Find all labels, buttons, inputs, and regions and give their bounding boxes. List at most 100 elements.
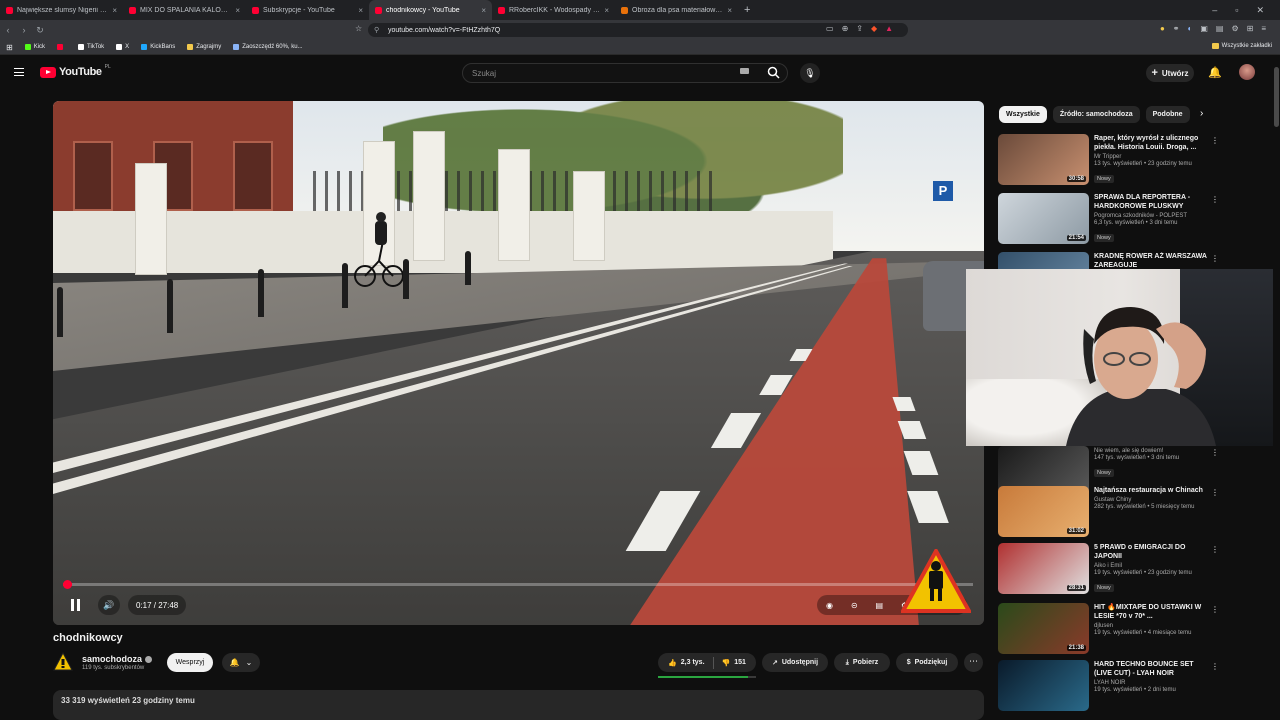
create-button[interactable]: + Utwórz	[1146, 64, 1194, 82]
thanks-button[interactable]: $ Podziękuj	[896, 653, 958, 672]
more-options-icon[interactable]: ⋮	[1211, 605, 1219, 614]
extension-icon[interactable]: ●	[1160, 24, 1165, 33]
close-tab-icon[interactable]: ×	[727, 6, 732, 15]
browser-tab[interactable]: chodnikowcy - YouTube ×	[369, 0, 492, 20]
subscription-bell-button[interactable]: 🔔 ⌄	[222, 653, 260, 672]
more-options-icon[interactable]: ⋮	[1211, 662, 1219, 671]
subtitles-icon[interactable]: ▤	[875, 601, 883, 610]
like-button[interactable]: 👍 2,3 tys.	[668, 659, 704, 667]
video-thumbnail[interactable]	[998, 660, 1089, 711]
share-page-icon[interactable]: ⇪	[856, 24, 863, 33]
chevron-right-icon[interactable]: ›	[1200, 108, 1203, 119]
notifications-bell-icon[interactable]: 🔔	[1208, 66, 1222, 79]
bookmark-item[interactable]	[57, 44, 66, 50]
back-icon[interactable]: ‹	[0, 25, 16, 35]
extension-icon[interactable]: ⚭	[1173, 24, 1180, 33]
video-thumbnail[interactable]: 21:38	[998, 603, 1089, 654]
premium-icon[interactable]: ◉	[826, 601, 833, 610]
recommendation-item[interactable]: HARD TECHNO BOUNCE SET (LIVE CUT) - LYAH…	[998, 660, 1223, 712]
more-options-icon[interactable]: ⋮	[1211, 488, 1219, 497]
bookmark-star-icon[interactable]: ☆	[355, 24, 362, 33]
search-icon[interactable]	[767, 66, 780, 79]
recommendation-meta: 19 tys. wyświetleń • 2 dni temu	[1094, 687, 1176, 693]
recommendation-item[interactable]: 21:38 HIT 🔥MIXTAPE DO USTAWKI W LESIE *70…	[998, 603, 1223, 655]
settings-icon[interactable]: ⚙	[1231, 24, 1238, 33]
vpn-icon[interactable]: ⊞	[1247, 24, 1254, 33]
more-options-icon[interactable]: ⋮	[1211, 545, 1219, 554]
page-scrollbar[interactable]	[1273, 57, 1280, 717]
filter-chip[interactable]: Źródło: samochodoza	[1052, 106, 1140, 123]
recommendation-item[interactable]: 28:31 5 PRAWD o EMIGRACJI DO JAPONII Aiko …	[998, 543, 1223, 595]
video-thumbnail[interactable]: 21:54	[998, 193, 1089, 244]
video-thumbnail[interactable]: 30:58	[998, 134, 1089, 185]
filter-chip[interactable]: Wszystkie	[999, 106, 1047, 123]
video-thumbnail[interactable]: 28:31	[998, 543, 1089, 594]
video-player[interactable]: P 🔊 0:17 / 27:48 ◉ ⊝ ▤ ⚙ ▭ ⤢	[53, 101, 984, 625]
more-actions-button[interactable]: ⋯	[964, 653, 983, 672]
recommendation-item[interactable]: 21:54 SPRAWA DLA REPORTERA - HARDKOROWE P…	[998, 193, 1223, 245]
browser-tab[interactable]: Największe slumsy Nigerii - YouTube×	[0, 0, 123, 20]
filter-chip[interactable]: Podobne	[1145, 106, 1190, 123]
close-tab-icon[interactable]: ×	[604, 6, 609, 15]
browser-tab[interactable]: Subskrypcje - YouTube ×	[246, 0, 369, 20]
bookmark-item[interactable]: X	[116, 44, 129, 50]
menu-hamburger-icon[interactable]	[14, 68, 24, 76]
channel-name[interactable]: samochodoza	[82, 654, 153, 664]
menu-icon[interactable]: ≡	[1261, 24, 1266, 33]
close-tab-icon[interactable]: ×	[235, 6, 240, 15]
progress-scrubber[interactable]	[63, 580, 72, 589]
maximize-icon[interactable]: ▫	[1235, 5, 1238, 16]
user-avatar[interactable]	[1239, 64, 1255, 80]
close-tab-icon[interactable]: ×	[358, 6, 363, 15]
extension-icon[interactable]: ▤	[1216, 24, 1224, 33]
video-thumbnail[interactable]: 31:02	[998, 486, 1089, 537]
close-window-icon[interactable]: ✕	[1256, 5, 1264, 16]
browser-tab[interactable]: RRobercIKK - Wodospady Meliniary | ×	[492, 0, 615, 20]
bookmark-item[interactable]: TikTok	[78, 44, 104, 50]
autoplay-toggle[interactable]: ⊝	[851, 601, 858, 610]
voice-search-button[interactable]: 🎙	[800, 63, 820, 83]
extension-icon[interactable]: ◐	[1187, 24, 1192, 33]
support-label: Wesprzyj	[175, 659, 205, 666]
more-options-icon[interactable]: ⋮	[1211, 136, 1219, 145]
apps-icon[interactable]: ⊞	[6, 43, 13, 52]
share-button[interactable]: ↗ Udostępnij	[762, 653, 828, 672]
channel-avatar[interactable]	[53, 652, 73, 672]
forward-icon[interactable]: ›	[16, 25, 32, 35]
volume-icon[interactable]: 🔊	[98, 595, 120, 615]
bookmark-item[interactable]: KickBans	[141, 44, 175, 50]
download-button[interactable]: ⤓ Pobierz	[834, 653, 890, 672]
scrollbar-thumb[interactable]	[1274, 67, 1279, 127]
keyboard-icon[interactable]	[740, 68, 749, 74]
progress-bar[interactable]	[63, 583, 973, 586]
minimize-icon[interactable]: –	[1212, 5, 1217, 16]
browser-tab[interactable]: Obroża dla psa materiałowa antyszarp ×	[615, 0, 738, 20]
description-box[interactable]: 33 319 wyświetleń 23 godziny temu	[53, 690, 984, 720]
close-tab-icon[interactable]: ×	[112, 6, 117, 15]
youtube-logo[interactable]: YouTube PL	[40, 64, 111, 78]
reload-icon[interactable]: ↻	[32, 25, 48, 36]
all-bookmarks-folder[interactable]: Wszystkie zakładki	[1211, 43, 1272, 49]
alert-icon[interactable]: ▲	[885, 24, 893, 33]
omnibox-actions: ▭ ⊕ ⇪ ◆ ▲	[826, 24, 893, 33]
shield-icon[interactable]: ◆	[871, 24, 877, 33]
zoom-icon[interactable]: ⊕	[842, 24, 849, 33]
bookmark-item[interactable]: Zaoszczędź 60%, ku...	[233, 44, 303, 50]
recommendation-item[interactable]: 31:02 Najtańsza restauracja w Chinach Gust…	[998, 486, 1223, 538]
support-button[interactable]: Wesprzyj	[167, 653, 213, 672]
browser-tab[interactable]: MIX DO SPALANIA KALORII NA SIŁOWNI ×	[123, 0, 246, 20]
extension-icon[interactable]: ▣	[1200, 24, 1208, 33]
tab-title: Największe slumsy Nigerii - YouTube	[17, 6, 109, 14]
close-tab-icon[interactable]: ×	[481, 6, 486, 15]
bookmark-item[interactable]: Zagrajmy	[187, 44, 221, 50]
site-info-icon[interactable]: ⚲	[374, 26, 379, 34]
dislike-button[interactable]: 👎 151	[722, 659, 746, 667]
pause-button[interactable]	[65, 595, 85, 615]
more-options-icon[interactable]: ⋮	[1211, 448, 1219, 457]
cast-icon[interactable]: ▭	[826, 24, 834, 33]
recommendation-item[interactable]: 30:58 Raper, który wyrósł z ulicznego pie…	[998, 134, 1223, 186]
new-tab-button[interactable]: +	[738, 4, 756, 16]
more-options-icon[interactable]: ⋮	[1211, 254, 1219, 263]
bookmark-item[interactable]: Kick	[24, 44, 45, 50]
more-options-icon[interactable]: ⋮	[1211, 195, 1219, 204]
